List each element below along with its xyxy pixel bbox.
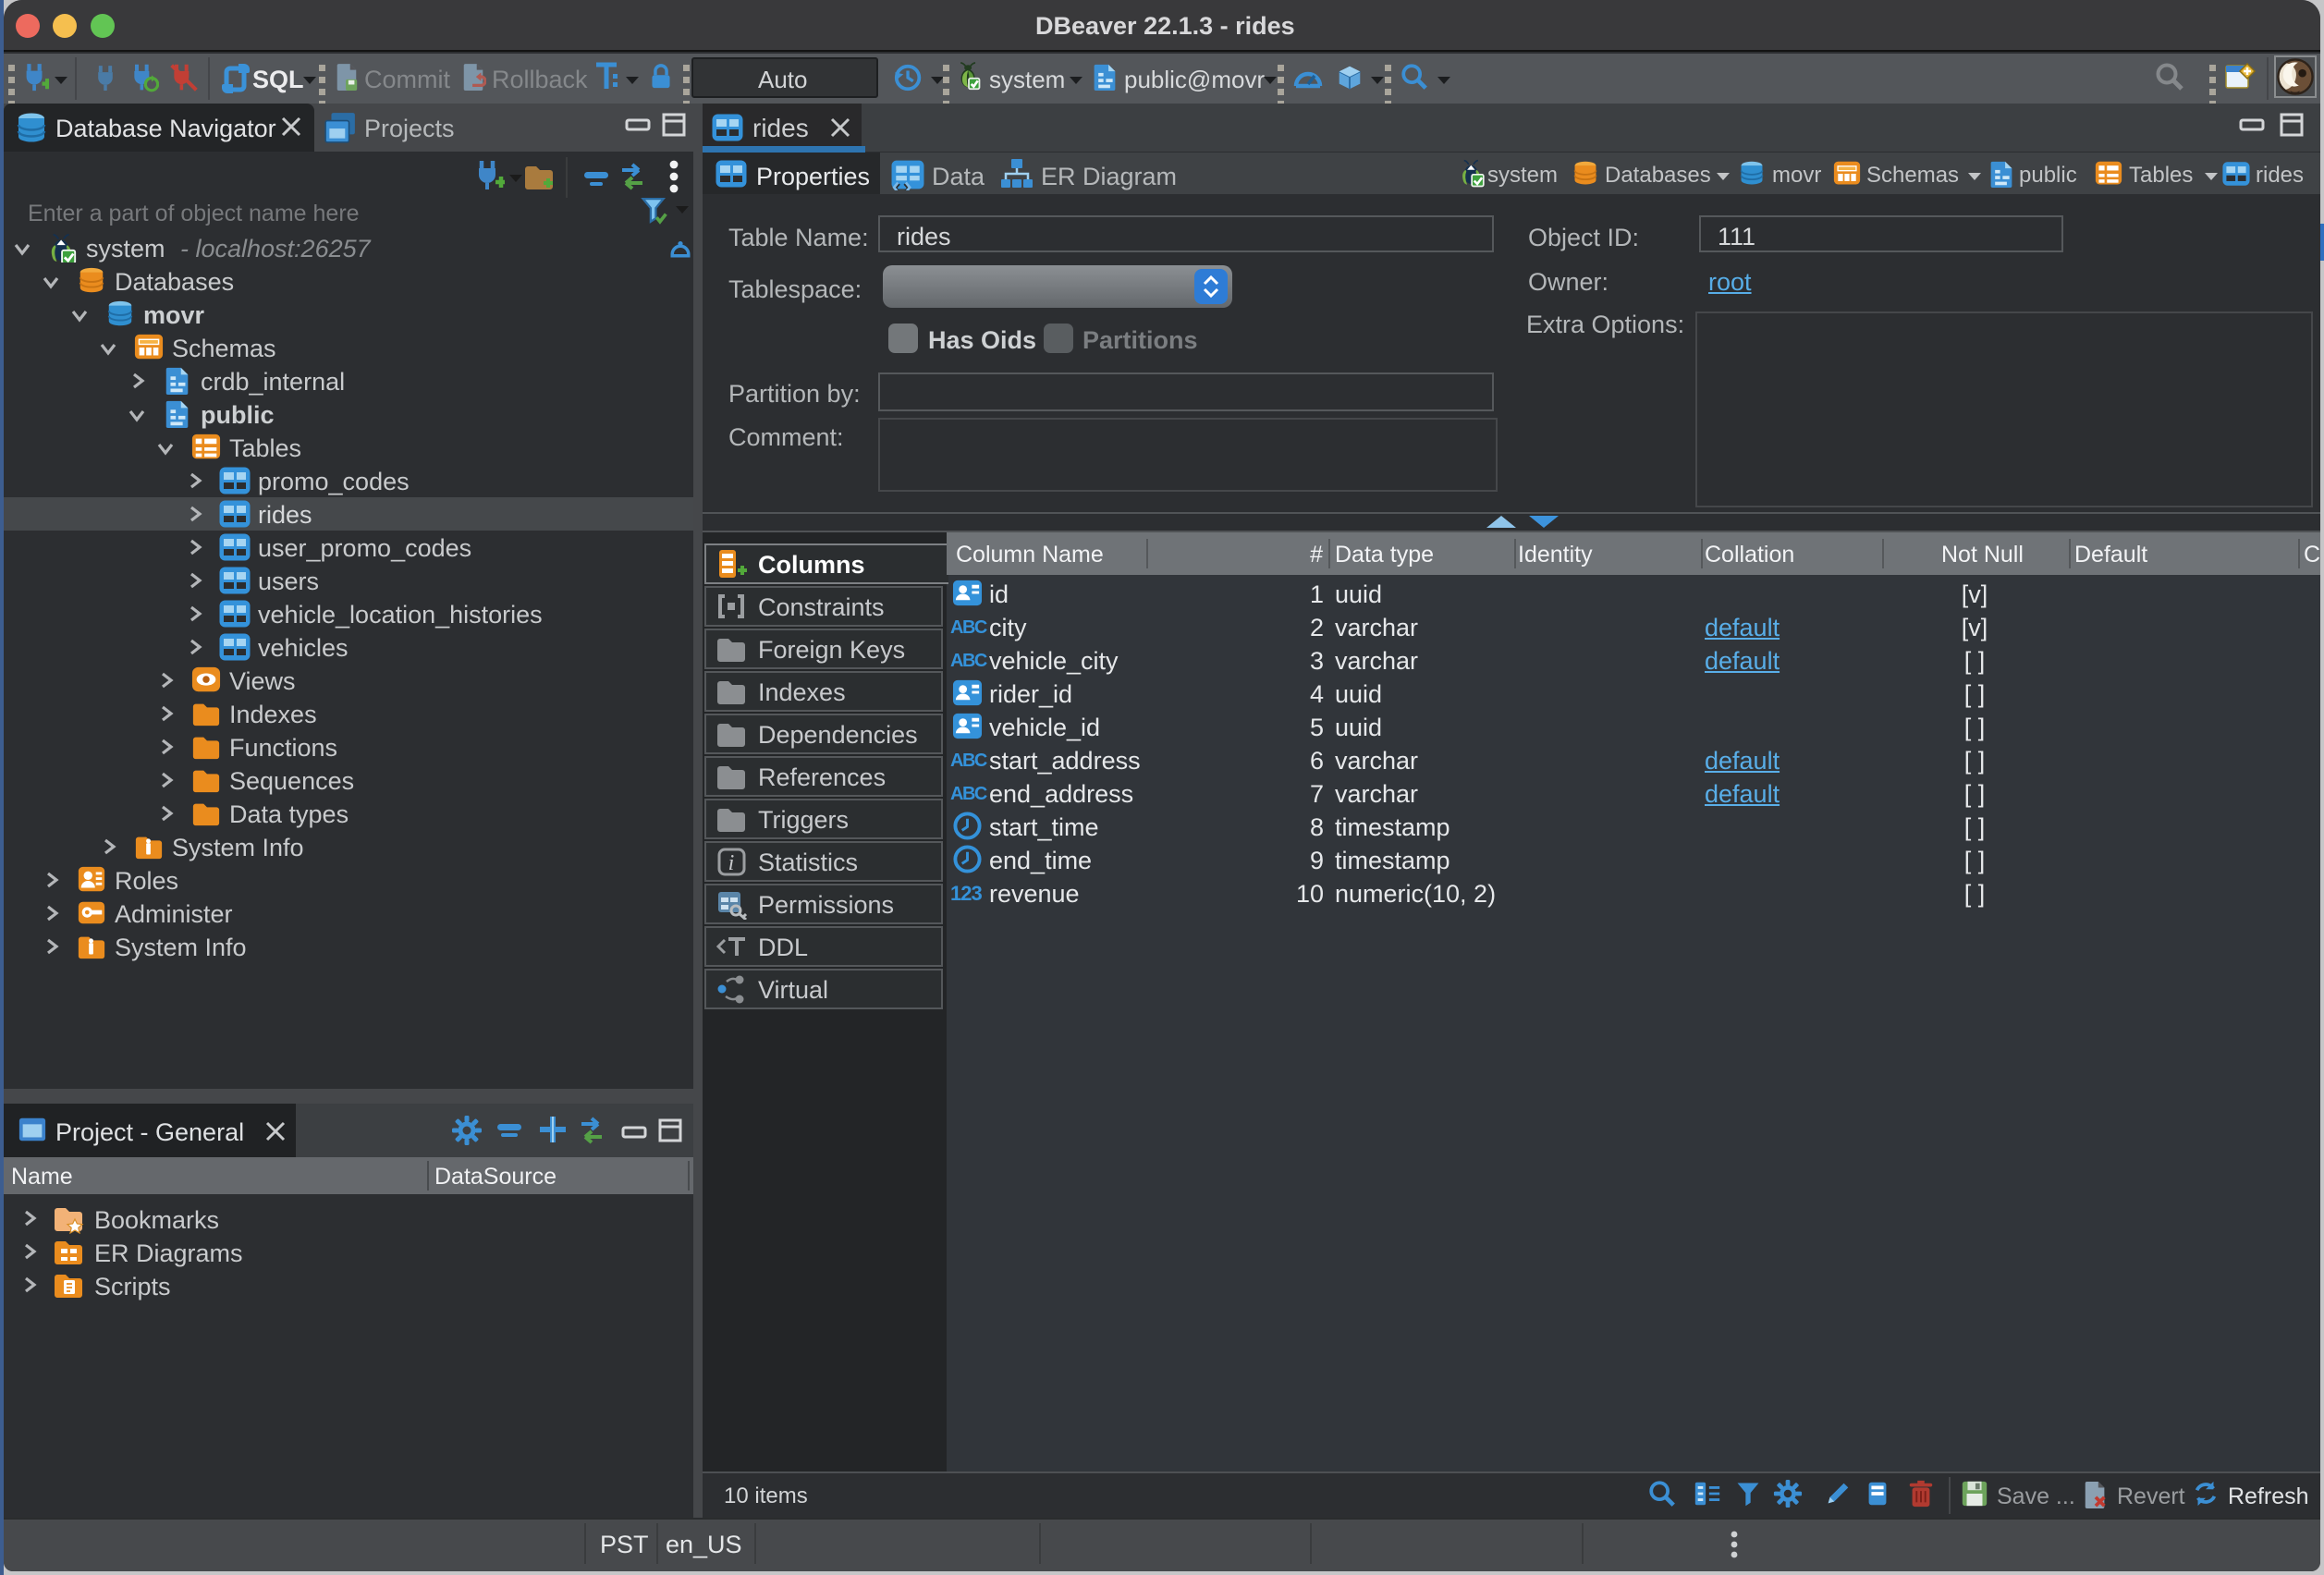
svg-text:i: i xyxy=(728,851,735,875)
